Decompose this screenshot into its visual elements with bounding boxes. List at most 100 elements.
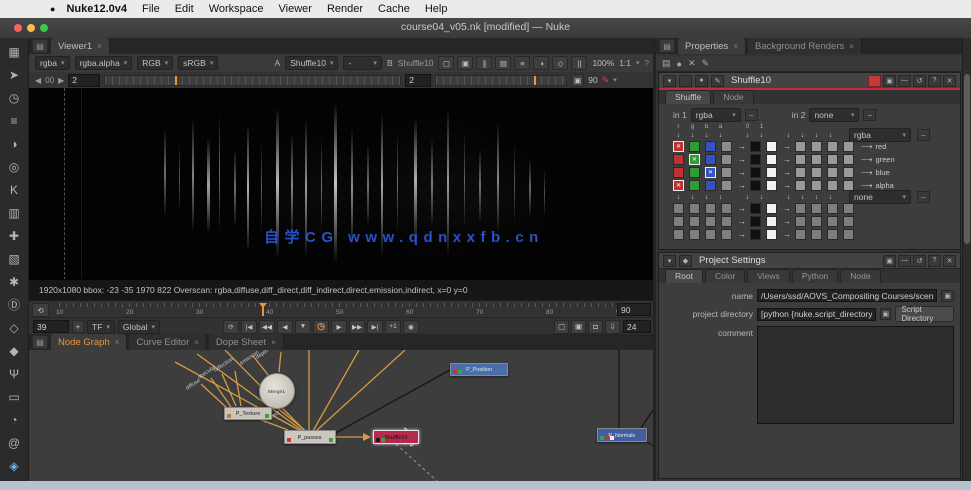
revert-icon[interactable]: ↺ <box>913 255 926 267</box>
help-icon[interactable]: ? <box>928 255 941 267</box>
filter-icon[interactable]: ◎ <box>3 155 25 178</box>
tab-properties[interactable]: Properties× <box>678 38 746 54</box>
matrix-cell[interactable] <box>673 154 684 165</box>
matrix-cell[interactable] <box>827 229 838 240</box>
lock-range-icon[interactable]: ◘ <box>588 320 603 334</box>
other-icon[interactable]: ▭ <box>3 385 25 408</box>
matrix-cell[interactable] <box>811 154 822 165</box>
matrix-cell[interactable] <box>705 203 716 214</box>
node-shuffle10[interactable]: Shuffle10 <box>373 430 419 444</box>
matrix-cell[interactable] <box>705 216 716 227</box>
image-icon[interactable]: ▦ <box>3 40 25 63</box>
matrix-cell[interactable] <box>705 229 716 240</box>
matrix-cell[interactable] <box>827 167 838 178</box>
first-frame-icon[interactable]: |◀ <box>241 320 257 334</box>
menu-file[interactable]: File <box>142 3 160 15</box>
current-frame-icon[interactable]: ◷ <box>313 320 329 334</box>
matrix-cell[interactable] <box>766 154 777 165</box>
matrix-cell[interactable] <box>689 180 700 191</box>
playhead[interactable] <box>262 303 264 316</box>
matrix-cell[interactable] <box>766 141 777 152</box>
close-icon[interactable]: × <box>194 338 199 347</box>
step-back-icon[interactable]: ◀ <box>277 320 293 334</box>
matrix-cell[interactable] <box>811 216 822 227</box>
frame-inc-button[interactable]: + <box>72 320 84 333</box>
menu-render[interactable]: Render <box>327 3 363 15</box>
tab-viewer1[interactable]: Viewer1 × <box>51 38 110 54</box>
out-remove-button[interactable]: – <box>917 129 930 141</box>
matrix-cell[interactable] <box>750 180 761 191</box>
wipe-icon[interactable]: ▢ <box>438 56 454 70</box>
matrix-cell[interactable] <box>795 216 806 227</box>
in2-remove-button[interactable]: – <box>863 109 876 121</box>
matrix-cell[interactable] <box>721 180 732 191</box>
loop-icon[interactable]: ◉ <box>403 320 419 334</box>
matrix-cell[interactable] <box>766 180 777 191</box>
node-merge[interactable]: Merge1 <box>259 373 295 409</box>
node-color-swatch[interactable] <box>679 75 692 87</box>
metadata-icon[interactable]: ◆ <box>3 339 25 362</box>
collapse-icon[interactable]: ▾ <box>663 75 676 87</box>
gamma-icon[interactable]: ◑ <box>533 56 549 70</box>
close-icon[interactable]: ✕ <box>943 75 956 87</box>
close-icon[interactable]: × <box>97 42 102 51</box>
matrix-cell[interactable] <box>705 154 716 165</box>
tab-color[interactable]: Color <box>705 269 745 283</box>
matrix-cell[interactable]: ✕ <box>673 141 684 152</box>
help-icon[interactable]: ? <box>645 59 649 68</box>
prev-keyframe-icon[interactable]: ◀◀ <box>259 320 275 334</box>
matrix-cell[interactable] <box>766 203 777 214</box>
matrix-cell[interactable] <box>721 141 732 152</box>
matrix-cell[interactable] <box>766 229 777 240</box>
particles-icon[interactable]: ✱ <box>3 270 25 293</box>
transform-icon[interactable]: ✚ <box>3 224 25 247</box>
matrix-cell[interactable] <box>843 167 854 178</box>
matrix-cell[interactable] <box>750 229 761 240</box>
keyer-icon[interactable]: K <box>3 178 25 201</box>
track-marker[interactable] <box>175 76 177 85</box>
menu-viewer[interactable]: Viewer <box>279 3 312 15</box>
matrix-cell[interactable] <box>721 154 732 165</box>
matrix-cell[interactable] <box>750 141 761 152</box>
matrix-cell[interactable] <box>843 203 854 214</box>
panel-menu-icon[interactable]: ▤ <box>659 39 675 53</box>
matrix-cell[interactable] <box>750 154 761 165</box>
matrix-cell[interactable] <box>843 216 854 227</box>
offset-a-field[interactable] <box>68 74 100 87</box>
close-icon[interactable]: × <box>733 42 738 51</box>
timeline-ruler[interactable]: 102030405060708090 <box>59 303 627 316</box>
matrix-cell[interactable] <box>750 216 761 227</box>
right-scrollbar[interactable] <box>962 38 971 481</box>
tab-background-renders[interactable]: Background Renders× <box>748 38 862 54</box>
loop-mode-icon[interactable]: ⟳ <box>223 320 239 334</box>
matrix-cell[interactable]: ✕ <box>705 167 716 178</box>
script-directory-button[interactable]: Script Directory <box>895 306 954 322</box>
color-icon[interactable]: ◑ <box>3 132 25 155</box>
minimize-icon[interactable]: — <box>898 75 911 87</box>
matrix-cell[interactable] <box>827 180 838 191</box>
next-icon[interactable]: ▶ <box>58 76 64 85</box>
colorspace-dropdown[interactable]: sRGB▾ <box>178 56 218 70</box>
time-icon[interactable]: ◷ <box>3 86 25 109</box>
toolsets-icon[interactable]: Ψ <box>3 362 25 385</box>
matrix-cell[interactable] <box>705 180 716 191</box>
float-viewer-icon[interactable]: ▣ <box>571 320 586 334</box>
display-channels-dropdown[interactable]: RGB▾ <box>137 56 173 70</box>
matrix-cell[interactable] <box>721 203 732 214</box>
center-node-icon[interactable]: ● <box>695 75 708 87</box>
tab-shuffle[interactable]: Shuffle <box>665 90 711 104</box>
matrix-cell[interactable] <box>705 141 716 152</box>
offset-b-field[interactable] <box>405 74 431 87</box>
minimize-icon[interactable]: — <box>898 255 911 267</box>
help-icon[interactable]: ? <box>928 75 941 87</box>
matrix-cell[interactable] <box>827 154 838 165</box>
frame-increment-icon[interactable]: +1 <box>385 320 401 334</box>
matrix-cell[interactable] <box>843 154 854 165</box>
matrix-cell[interactable] <box>795 229 806 240</box>
prev-icon[interactable]: ◀ <box>35 76 41 85</box>
matrix-cell[interactable] <box>827 141 838 152</box>
matrix-cell[interactable] <box>689 167 700 178</box>
matrix-cell[interactable] <box>721 229 732 240</box>
tab-node[interactable]: Node <box>713 90 753 104</box>
tab-node[interactable]: Node <box>840 269 880 283</box>
